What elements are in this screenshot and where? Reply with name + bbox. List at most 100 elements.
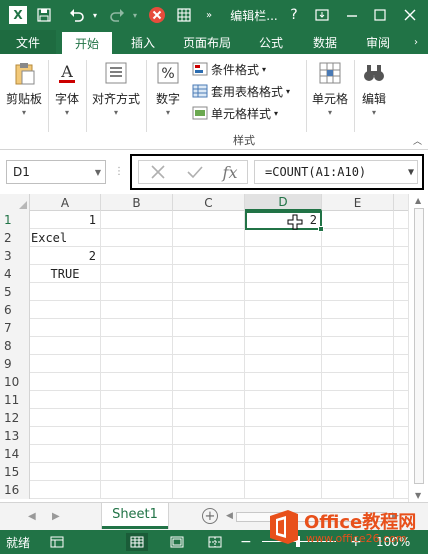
tab-data[interactable]: 数据: [302, 30, 348, 54]
page-layout-view-icon[interactable]: [166, 533, 188, 551]
cell-e8[interactable]: [322, 337, 394, 355]
cell-e11[interactable]: [322, 391, 394, 409]
cell-c15[interactable]: [173, 463, 245, 481]
cell-c4[interactable]: [173, 265, 245, 283]
tab-home[interactable]: 开始: [62, 32, 112, 54]
row-header[interactable]: 8: [0, 337, 30, 355]
cell-d6[interactable]: [245, 301, 322, 319]
row-header[interactable]: 3: [0, 247, 30, 265]
expand-formula-icon[interactable]: ▼: [408, 167, 414, 178]
close-icon[interactable]: [398, 0, 422, 30]
cell-a14[interactable]: [30, 445, 101, 463]
column-header-d[interactable]: D: [245, 194, 322, 211]
cell-a1[interactable]: 1: [30, 211, 101, 229]
cell-e4[interactable]: [322, 265, 394, 283]
scroll-up-icon[interactable]: ▲: [415, 196, 421, 205]
cell-b16[interactable]: [101, 481, 173, 499]
alignment-button[interactable]: 对齐方式 ▾: [88, 58, 144, 130]
cell-c12[interactable]: [173, 409, 245, 427]
enter-icon[interactable]: [186, 163, 204, 181]
cell-d15[interactable]: [245, 463, 322, 481]
row-header[interactable]: 15: [0, 463, 30, 481]
cell-e10[interactable]: [322, 373, 394, 391]
row-header[interactable]: 14: [0, 445, 30, 463]
save-icon[interactable]: [34, 0, 54, 30]
cell-b9[interactable]: [101, 355, 173, 373]
row-header[interactable]: 7: [0, 319, 30, 337]
tab-formulas[interactable]: 公式: [246, 30, 296, 54]
scrollbar-thumb[interactable]: [414, 208, 424, 484]
tab-review[interactable]: 审阅: [354, 30, 402, 54]
cell-e2[interactable]: [322, 229, 394, 247]
cell-b10[interactable]: [101, 373, 173, 391]
number-button[interactable]: % 数字 ▾: [148, 58, 188, 130]
cell-a6[interactable]: [30, 301, 101, 319]
conditional-format-button[interactable]: 条件格式 ▾: [192, 58, 304, 80]
row-header[interactable]: 16: [0, 481, 30, 499]
minimize-icon[interactable]: [340, 0, 364, 30]
zoom-out-button[interactable]: −: [240, 530, 252, 554]
normal-view-icon[interactable]: [126, 533, 148, 551]
row-header[interactable]: 13: [0, 427, 30, 445]
cell-d16[interactable]: [245, 481, 322, 499]
cell-a4[interactable]: TRUE: [30, 265, 101, 283]
clipboard-button[interactable]: 剪贴板 ▾: [2, 58, 46, 130]
table-icon[interactable]: [174, 0, 194, 30]
cell-a12[interactable]: [30, 409, 101, 427]
cell-a15[interactable]: [30, 463, 101, 481]
cell-b12[interactable]: [101, 409, 173, 427]
sheet-tab-sheet1[interactable]: Sheet1: [102, 503, 168, 529]
cell-c5[interactable]: [173, 283, 245, 301]
column-header-c[interactable]: C: [173, 194, 245, 211]
cell-a5[interactable]: [30, 283, 101, 301]
tabs-scroll-icon[interactable]: ›: [406, 30, 426, 54]
cell-e1[interactable]: [322, 211, 394, 229]
row-header[interactable]: 6: [0, 301, 30, 319]
tab-insert[interactable]: 插入: [118, 30, 168, 54]
cell-a3[interactable]: 2: [30, 247, 101, 265]
cancel-icon[interactable]: [149, 163, 167, 181]
help-button[interactable]: ?: [284, 0, 304, 30]
row-header[interactable]: 12: [0, 409, 30, 427]
cell-c6[interactable]: [173, 301, 245, 319]
cell-c1[interactable]: [173, 211, 245, 229]
row-header[interactable]: 10: [0, 373, 30, 391]
cell-e14[interactable]: [322, 445, 394, 463]
cell-b14[interactable]: [101, 445, 173, 463]
cell-c2[interactable]: [173, 229, 245, 247]
cell-c11[interactable]: [173, 391, 245, 409]
cell-e16[interactable]: [322, 481, 394, 499]
column-header-e[interactable]: E: [322, 194, 394, 211]
insert-function-icon[interactable]: fx: [223, 163, 238, 182]
column-header-a[interactable]: A: [30, 194, 101, 211]
cell-a13[interactable]: [30, 427, 101, 445]
cell-styles-button[interactable]: 单元格样式 ▾: [192, 102, 304, 124]
scroll-left-icon[interactable]: ◀: [226, 511, 233, 521]
cell-e12[interactable]: [322, 409, 394, 427]
tab-file[interactable]: 文件: [0, 30, 56, 54]
splitter-handle[interactable]: ⋮: [114, 166, 125, 177]
cell-c14[interactable]: [173, 445, 245, 463]
cell-b6[interactable]: [101, 301, 173, 319]
cell-a11[interactable]: [30, 391, 101, 409]
cell-d7[interactable]: [245, 319, 322, 337]
cell-a16[interactable]: [30, 481, 101, 499]
editing-button[interactable]: 编辑 ▾: [356, 58, 392, 130]
cell-e9[interactable]: [322, 355, 394, 373]
row-header[interactable]: 5: [0, 283, 30, 301]
redo-dropdown-icon[interactable]: ▾: [130, 0, 140, 30]
prev-sheet-icon[interactable]: ◀: [28, 511, 36, 522]
column-header-b[interactable]: B: [101, 194, 173, 211]
cell-b4[interactable]: [101, 265, 173, 283]
cell-d4[interactable]: [245, 265, 322, 283]
cell-d2[interactable]: [245, 229, 322, 247]
cell-b13[interactable]: [101, 427, 173, 445]
cell-d12[interactable]: [245, 409, 322, 427]
row-header[interactable]: 2: [0, 229, 30, 247]
collapse-ribbon-icon[interactable]: ︿: [413, 134, 422, 147]
select-all-button[interactable]: [0, 194, 30, 211]
cell-e15[interactable]: [322, 463, 394, 481]
tab-page-layout[interactable]: 页面布局: [174, 30, 240, 54]
cell-c7[interactable]: [173, 319, 245, 337]
next-sheet-icon[interactable]: ▶: [52, 511, 60, 522]
